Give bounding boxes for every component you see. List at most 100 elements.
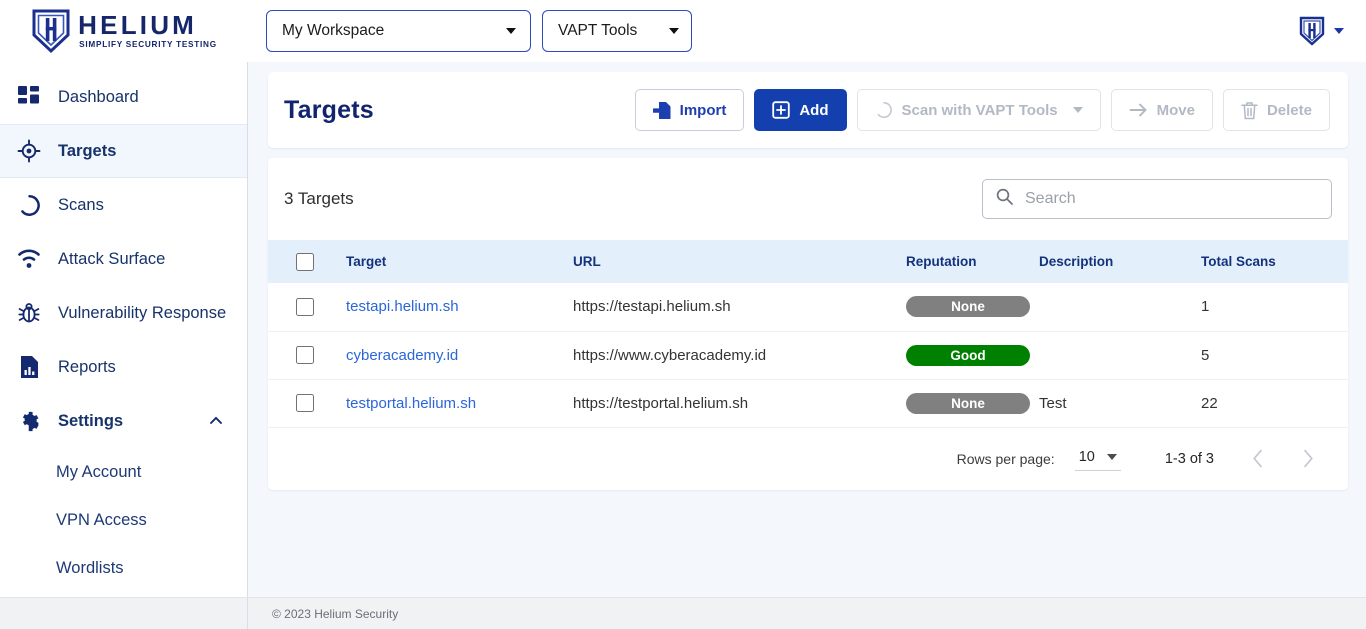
target-icon [16,138,42,164]
move-button[interactable]: Move [1110,89,1213,131]
row-target-cell: testportal.helium.sh [346,379,573,428]
import-button[interactable]: Import [634,89,745,131]
column-header-total-scans[interactable]: Total Scans [1201,240,1348,283]
row-description-cell [1039,331,1201,380]
trash-icon [1241,101,1258,120]
rows-per-page-value: 10 [1078,448,1095,465]
table-toolbar: 3 Targets [268,158,1348,240]
target-link[interactable]: cyberacademy.id [346,347,458,364]
footer-sidebar-edge [0,598,248,629]
chevron-down-icon [1072,107,1083,113]
app-root: HELIUM SIMPLIFY SECURITY TESTING My Work… [0,0,1366,629]
table-row[interactable]: testapi.helium.sh https://testapi.helium… [268,283,1348,332]
page-header-card: Targets Import Add Scan with VAPT Tools … [268,72,1348,148]
target-link[interactable]: testportal.helium.sh [346,395,476,412]
account-menu[interactable] [1299,16,1344,46]
table-row[interactable]: cyberacademy.id https://www.cyberacademy… [268,331,1348,380]
scan-with-vapt-tools-button-label: Scan with VAPT Tools [901,101,1058,119]
brand-logo[interactable]: HELIUM SIMPLIFY SECURITY TESTING [0,0,248,62]
gear-icon [16,408,42,434]
targets-table-card: 3 Targets Search Target URL Reputation D… [268,158,1348,490]
rows-per-page-select[interactable]: 10 [1074,447,1121,471]
plus-square-icon [772,101,791,119]
row-checkbox-cell [268,331,346,380]
pagination-range-label: 1-3 of 3 [1164,450,1214,467]
sidebar-subitem-vpn-access[interactable]: VPN Access [0,496,247,544]
table-header-row: Target URL Reputation Description Total … [268,240,1348,283]
brand-tagline: SIMPLIFY SECURITY TESTING [79,40,217,50]
sidebar-subitem-my-account[interactable]: My Account [0,448,247,496]
sidebar-item-reports[interactable]: Reports [0,340,247,394]
page-actions: Import Add Scan with VAPT Tools Move Del… [634,89,1330,131]
row-target-cell: testapi.helium.sh [346,283,573,332]
sidebar-subitem-label: Wordlists [56,558,124,577]
row-checkbox[interactable] [296,394,314,412]
page-footer: © 2023 Helium Security [0,597,1366,629]
scan-with-vapt-tools-button[interactable]: Scan with VAPT Tools [856,89,1101,131]
search-input[interactable] [1023,189,1318,209]
sidebar: Dashboard Targets Scans Attack Surface V… [0,62,248,597]
row-checkbox-cell [268,283,346,332]
import-button-label: Import [679,101,727,119]
sidebar-item-attack-surface[interactable]: Attack Surface [0,232,247,286]
column-header-target[interactable]: Target [346,240,573,283]
sidebar-item-vulnerability-response[interactable]: Vulnerability Response [0,286,247,340]
sidebar-item-label: Settings [58,411,124,430]
sidebar-item-label: Targets [58,141,117,160]
select-all-checkbox[interactable] [296,252,314,271]
sidebar-item-targets[interactable]: Targets [0,124,247,178]
column-header-url[interactable]: URL [573,240,906,283]
attack-surface-icon [16,246,42,272]
table-row[interactable]: testportal.helium.sh https://testportal.… [268,379,1348,428]
add-button-label: Add [799,101,829,119]
scan-spinner-icon [875,101,893,119]
row-description-cell: Test [1039,379,1201,428]
target-link[interactable]: testapi.helium.sh [346,298,459,315]
page-title: Targets [284,95,374,124]
next-page-button[interactable] [1290,441,1326,477]
column-header-reputation[interactable]: Reputation [906,240,1039,283]
sidebar-item-label: Vulnerability Response [58,303,227,322]
search-box[interactable] [982,179,1332,219]
row-total-scans-cell: 1 [1201,283,1348,332]
row-checkbox[interactable] [296,346,314,364]
table-head: Target URL Reputation Description Total … [268,240,1348,283]
shield-h-avatar-icon [1299,16,1325,46]
add-button[interactable]: Add [754,89,847,131]
delete-button[interactable]: Delete [1222,89,1330,131]
targets-count-label: 3 Targets [284,189,354,208]
row-checkbox[interactable] [296,297,314,316]
status-badge: None [906,392,1030,414]
column-header-description[interactable]: Description [1039,240,1201,283]
footer-copyright: © 2023 Helium Security [272,606,399,621]
delete-button-label: Delete [1266,101,1312,119]
chevron-up-icon[interactable] [209,414,223,428]
sidebar-subitem-wordlists[interactable]: Wordlists [0,544,247,592]
sidebar-item-label: Dashboard [58,87,139,106]
previous-page-button[interactable] [1240,441,1276,477]
topbar-controls: My Workspace VAPT Tools [266,10,692,52]
vapt-tools-select-value: VAPT Tools [558,22,638,39]
row-target-cell: cyberacademy.id [346,331,573,380]
status-badge: None [906,296,1030,318]
dashboard-icon [16,84,42,110]
workspace-select[interactable]: My Workspace [266,10,531,52]
row-reputation-cell: Good [906,331,1039,380]
sidebar-subitem-label: My Account [56,462,142,481]
bug-icon [16,300,42,326]
chevron-right-icon [1304,449,1313,468]
main-content: Targets Import Add Scan with VAPT Tools … [248,62,1366,597]
table-body: testapi.helium.sh https://testapi.helium… [268,283,1348,428]
sidebar-item-settings[interactable]: Settings [0,394,247,448]
shield-h-logo-icon [32,9,70,54]
body-wrapper: Dashboard Targets Scans Attack Surface V… [0,62,1366,597]
sidebar-item-label: Reports [58,357,116,376]
arrow-right-icon [1129,101,1148,119]
sidebar-item-scans[interactable]: Scans [0,178,247,232]
file-import-icon [652,101,671,120]
rows-per-page-label: Rows per page: [956,450,1055,467]
row-url-cell: https://testapi.helium.sh [573,283,906,332]
vapt-tools-select[interactable]: VAPT Tools [542,10,692,52]
sidebar-item-dashboard[interactable]: Dashboard [0,70,247,124]
move-button-label: Move [1156,101,1195,119]
